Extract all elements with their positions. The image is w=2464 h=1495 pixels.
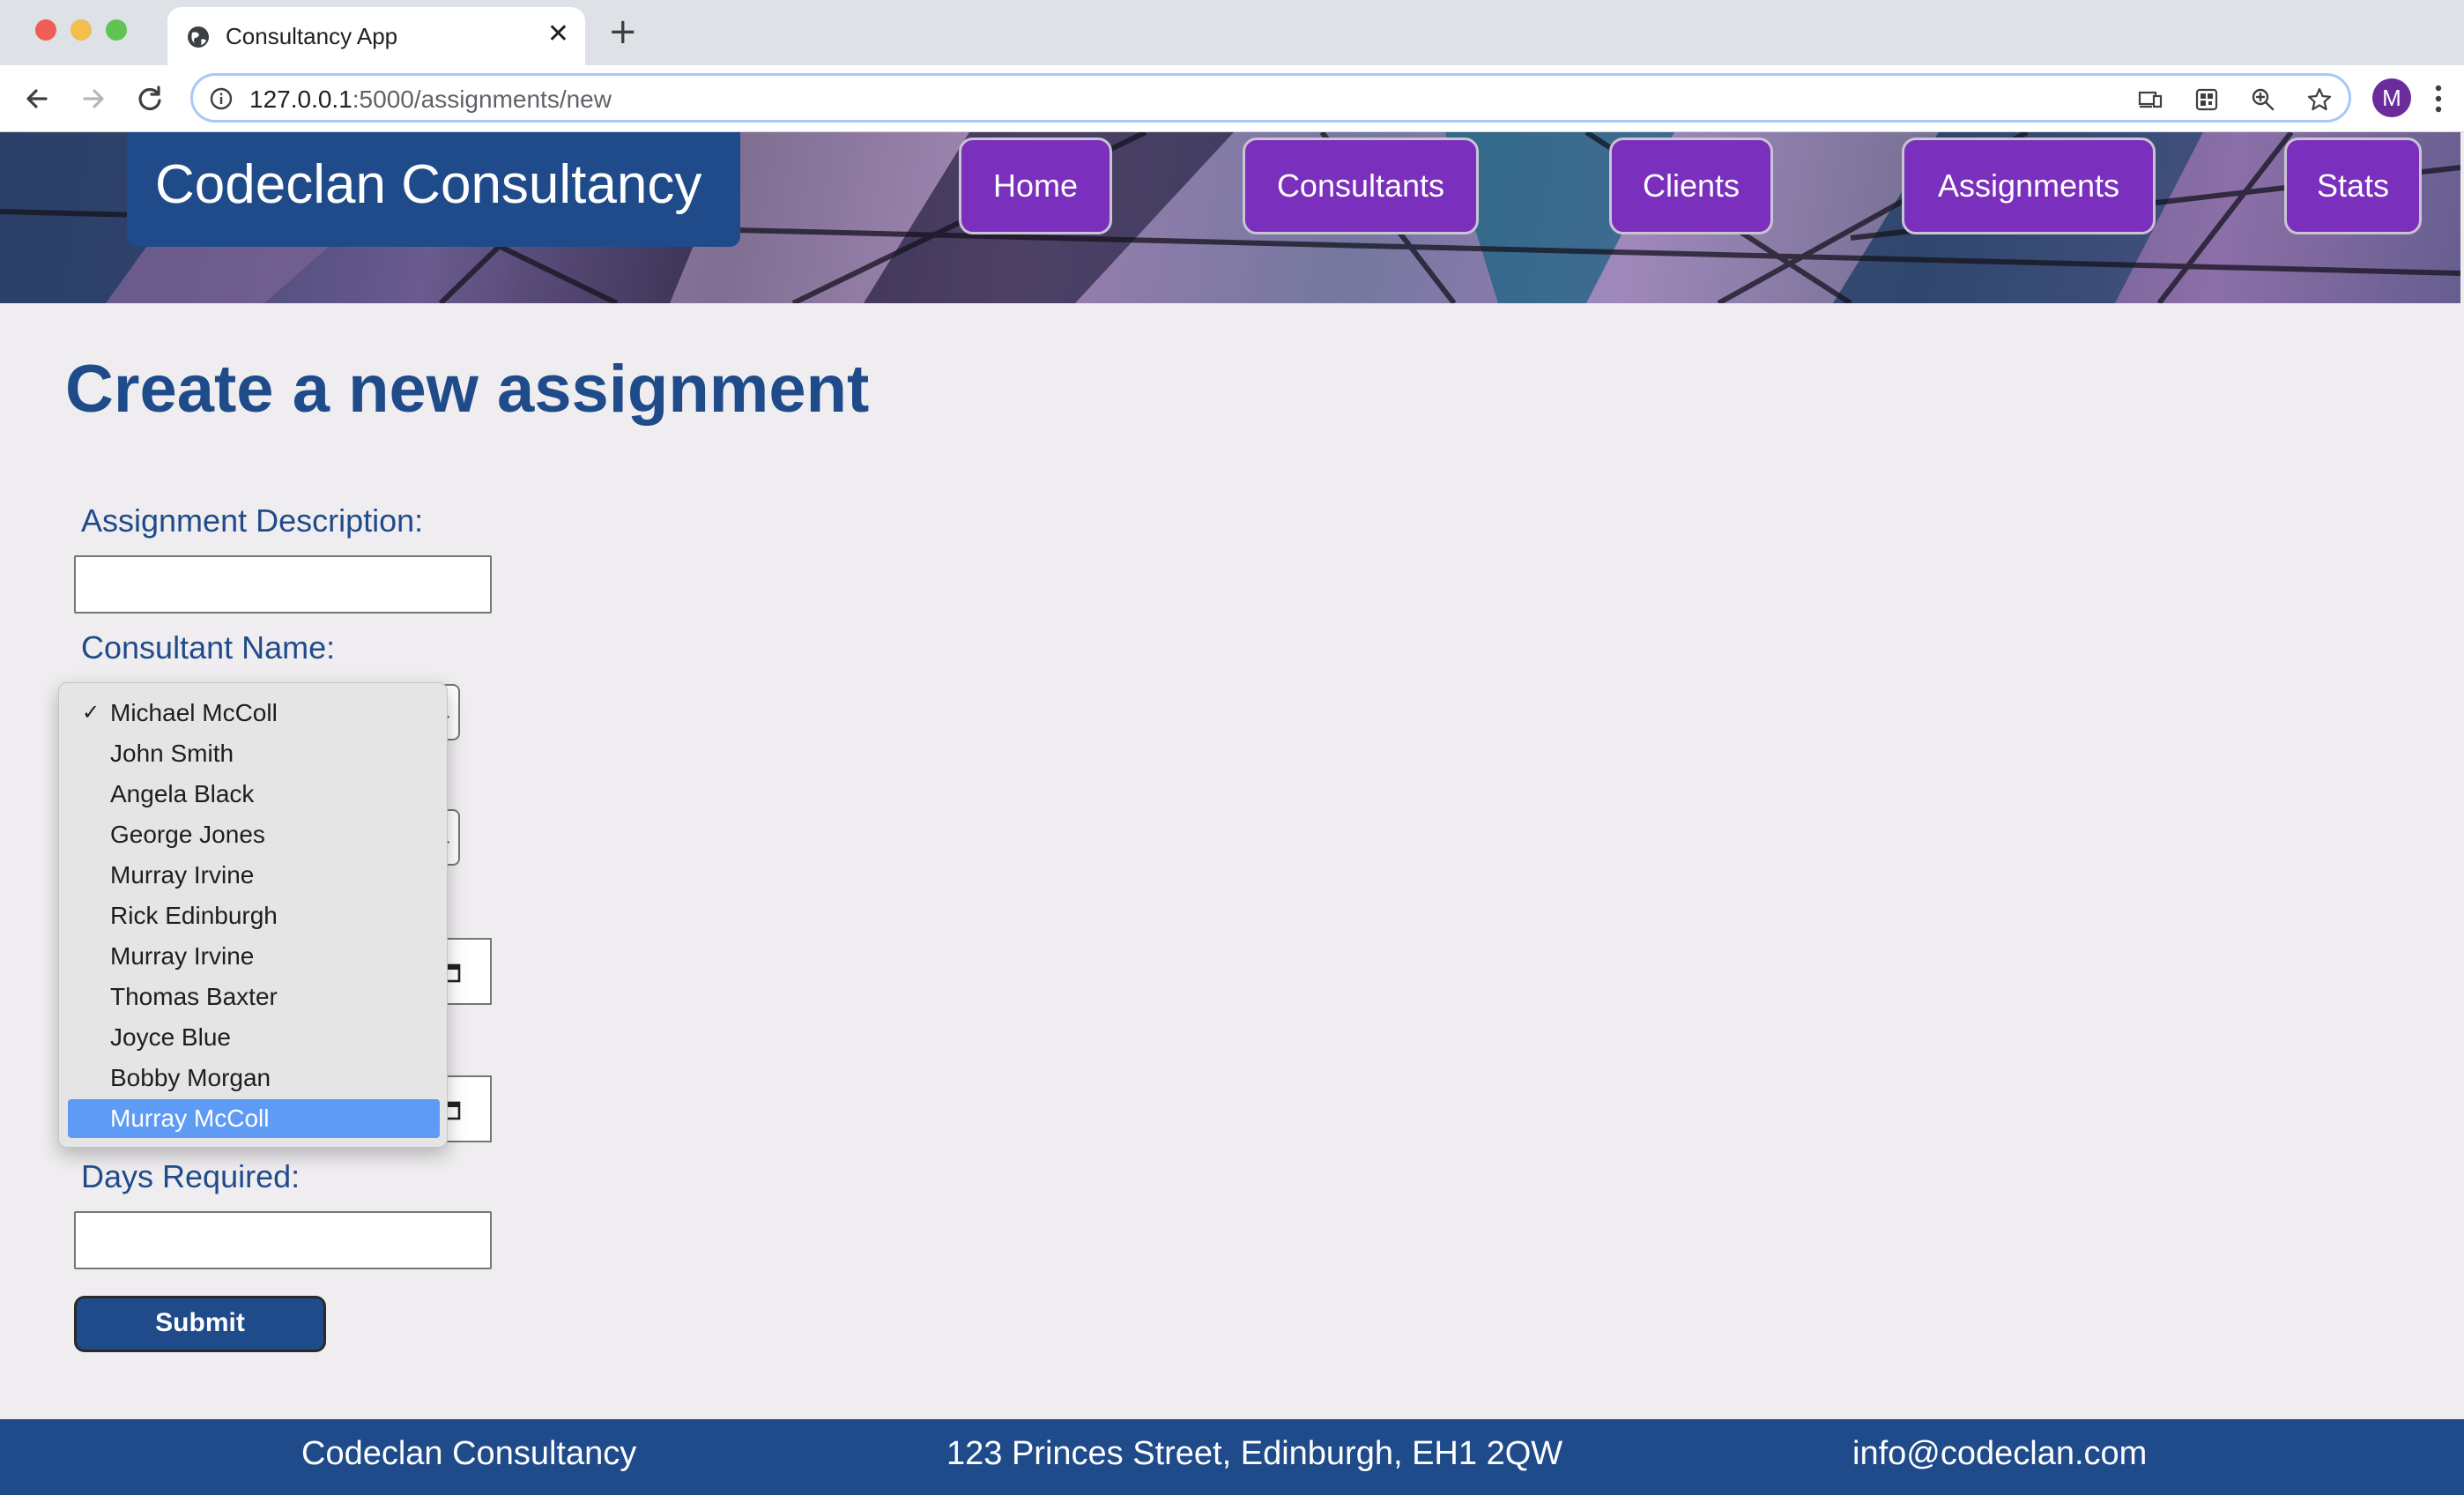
dropdown-option[interactable]: Angela Black — [68, 775, 440, 814]
nav-consultants[interactable]: Consultants — [1243, 138, 1479, 234]
dropdown-option[interactable]: Bobby Morgan — [68, 1059, 440, 1097]
description-input[interactable] — [74, 555, 492, 614]
description-label: Assignment Description: — [81, 502, 424, 539]
new-tab-button[interactable]: + — [608, 14, 638, 49]
dropdown-option[interactable]: Rick Edinburgh — [68, 896, 440, 935]
nav-assignments[interactable]: Assignments — [1902, 138, 2156, 234]
url-host: 127.0.0.1 — [249, 86, 353, 113]
days-required-input[interactable] — [74, 1211, 492, 1269]
consultant-dropdown-list: ✓ Michael McColl John Smith Angela Black … — [58, 682, 448, 1148]
globe-icon — [188, 26, 209, 48]
footer-company: Codeclan Consultancy — [301, 1435, 637, 1472]
consultant-label: Consultant Name: — [81, 629, 336, 666]
reload-icon[interactable] — [132, 81, 167, 116]
forward-arrow-icon[interactable] — [76, 81, 111, 116]
brand-logo[interactable]: Codeclan Consultancy — [127, 132, 740, 247]
dropdown-option[interactable]: Murray Irvine — [68, 856, 440, 895]
dropdown-option[interactable]: ✓ Michael McColl — [68, 694, 440, 733]
browser-tab-active[interactable]: Consultancy App ✕ — [167, 7, 585, 65]
url-path: :5000/assignments/new — [352, 86, 612, 113]
dropdown-option[interactable]: Murray Irvine — [68, 937, 440, 976]
info-icon[interactable] — [209, 86, 234, 111]
browser-toolbar: 127.0.0.1:5000/assignments/new M — [0, 65, 2464, 132]
tab-title: Consultancy App — [226, 23, 398, 49]
dropdown-option[interactable]: Joyce Blue — [68, 1018, 440, 1057]
zoom-icon[interactable] — [2250, 86, 2276, 113]
nav-clients[interactable]: Clients — [1609, 138, 1773, 234]
page-title: Create a new assignment — [65, 352, 870, 427]
window-zoom-button[interactable] — [106, 19, 127, 41]
url-text[interactable]: 127.0.0.1:5000/assignments/new — [249, 86, 612, 114]
submit-button[interactable]: Submit — [74, 1296, 326, 1352]
footer-address: 123 Princes Street, Edinburgh, EH1 2QW — [946, 1435, 1563, 1472]
dropdown-option[interactable]: Thomas Baxter — [68, 978, 440, 1016]
window-minimize-button[interactable] — [71, 19, 92, 41]
address-bar[interactable]: 127.0.0.1:5000/assignments/new — [190, 73, 2351, 123]
qr-code-icon[interactable] — [2193, 86, 2220, 113]
profile-avatar[interactable]: M — [2372, 78, 2411, 117]
cast-device-icon[interactable] — [2137, 86, 2163, 113]
bookmark-star-icon[interactable] — [2306, 86, 2333, 113]
site-footer: Codeclan Consultancy 123 Princes Street,… — [0, 1419, 2464, 1495]
checkmark-icon: ✓ — [82, 701, 100, 725]
dropdown-option[interactable]: John Smith — [68, 734, 440, 773]
days-required-label: Days Required: — [81, 1158, 301, 1194]
nav-stats[interactable]: Stats — [2284, 138, 2422, 234]
dropdown-option[interactable]: George Jones — [68, 815, 440, 854]
nav-home[interactable]: Home — [959, 138, 1112, 234]
back-arrow-icon[interactable] — [19, 81, 55, 116]
window-close-button[interactable] — [35, 19, 56, 41]
browser-menu-icon[interactable] — [2434, 79, 2443, 118]
site-header: Codeclan Consultancy Home Consultants Cl… — [0, 132, 2460, 303]
browser-tab-bar: Consultancy App ✕ + — [0, 0, 2464, 65]
tab-close-icon[interactable]: ✕ — [547, 19, 569, 49]
brand-name: Codeclan Consultancy — [155, 154, 702, 215]
footer-email[interactable]: info@codeclan.com — [1852, 1435, 2147, 1473]
dropdown-option-highlighted[interactable]: Murray McColl — [68, 1099, 440, 1138]
